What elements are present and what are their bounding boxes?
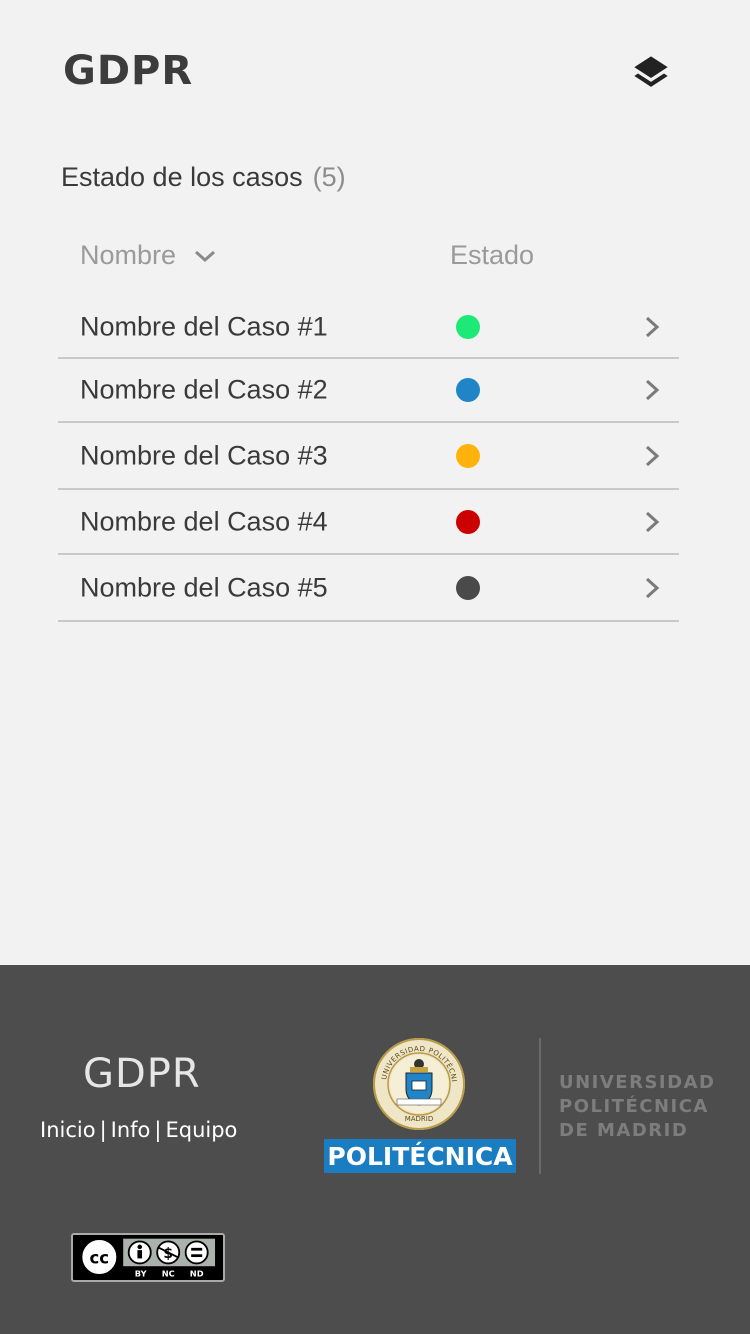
chevron-down-icon: [192, 247, 218, 265]
university-seal-logo: UNIVERSIDAD POLITÉCNICA MADRID: [372, 1037, 465, 1130]
status-indicator: [456, 509, 480, 534]
politecnica-badge: POLITÉCNICA: [324, 1139, 516, 1173]
case-name: Nombre del Caso #4: [80, 506, 328, 536]
app-page: GDPR Estado de los casos (5) Nombre Estad…: [0, 0, 750, 1334]
chevron-right-icon: [642, 444, 662, 468]
layers-button[interactable]: [628, 50, 674, 96]
section-title: Estado de los casos (5): [61, 162, 346, 193]
chevron-right-icon: [642, 315, 662, 339]
university-name: UNIVERSIDAD POLITÉCNICA DE MADRID: [559, 1071, 715, 1143]
license-label-nc: NC: [162, 1268, 175, 1278]
app-title: GDPR: [63, 48, 194, 94]
footer-title: GDPR: [83, 1051, 201, 1097]
case-row[interactable]: Nombre del Caso #4: [58, 490, 679, 555]
footer-divider: [539, 1038, 541, 1174]
university-name-line: DE MADRID: [559, 1120, 689, 1141]
column-header-name[interactable]: Nombre: [80, 240, 218, 271]
layers-icon: [634, 56, 668, 87]
case-row[interactable]: Nombre del Caso #3: [58, 423, 679, 490]
university-name-line: POLITÉCNICA: [559, 1096, 709, 1117]
case-name: Nombre del Caso #3: [80, 440, 328, 470]
footer: GDPR Inicio | Info | Equipo UNIVERSIDAD POLI…: [0, 965, 750, 1334]
footer-link-equipo[interactable]: Equipo: [165, 1118, 237, 1142]
svg-text:MADRID: MADRID: [405, 1115, 434, 1123]
status-indicator: [456, 443, 480, 468]
case-row[interactable]: Nombre del Caso #2: [58, 359, 679, 423]
chevron-right-icon: [642, 576, 662, 600]
svg-text:cc: cc: [90, 1248, 110, 1267]
footer-link-info[interactable]: Info: [111, 1118, 151, 1142]
chevron-right-icon: [642, 378, 662, 402]
case-list: Nombre del Caso #1 Nombre del Caso #2 No…: [58, 296, 679, 622]
license-label-by: BY: [135, 1268, 148, 1278]
footer-nav: Inicio | Info | Equipo: [40, 1118, 237, 1142]
case-name: Nombre del Caso #5: [80, 572, 328, 602]
license-label-nd: ND: [190, 1268, 204, 1278]
case-row[interactable]: Nombre del Caso #1: [58, 296, 679, 359]
university-name-line: UNIVERSIDAD: [559, 1072, 716, 1093]
case-row[interactable]: Nombre del Caso #5: [58, 555, 679, 622]
footer-link-inicio[interactable]: Inicio: [40, 1118, 96, 1142]
column-header-name-label: Nombre: [80, 240, 177, 270]
chevron-right-icon: [642, 510, 662, 534]
case-name: Nombre del Caso #2: [80, 374, 328, 405]
section-title-text: Estado de los casos: [61, 162, 303, 192]
column-header-status: Estado: [450, 240, 535, 270]
status-indicator: [456, 314, 480, 339]
case-count: (5): [312, 162, 346, 192]
status-indicator: [456, 575, 480, 600]
creative-commons-license-icon[interactable]: cc $ BY NC ND: [71, 1233, 225, 1282]
footer-separator: |: [99, 1118, 107, 1142]
footer-separator: |: [154, 1118, 162, 1142]
case-name: Nombre del Caso #1: [80, 311, 328, 341]
status-indicator: [456, 378, 480, 402]
